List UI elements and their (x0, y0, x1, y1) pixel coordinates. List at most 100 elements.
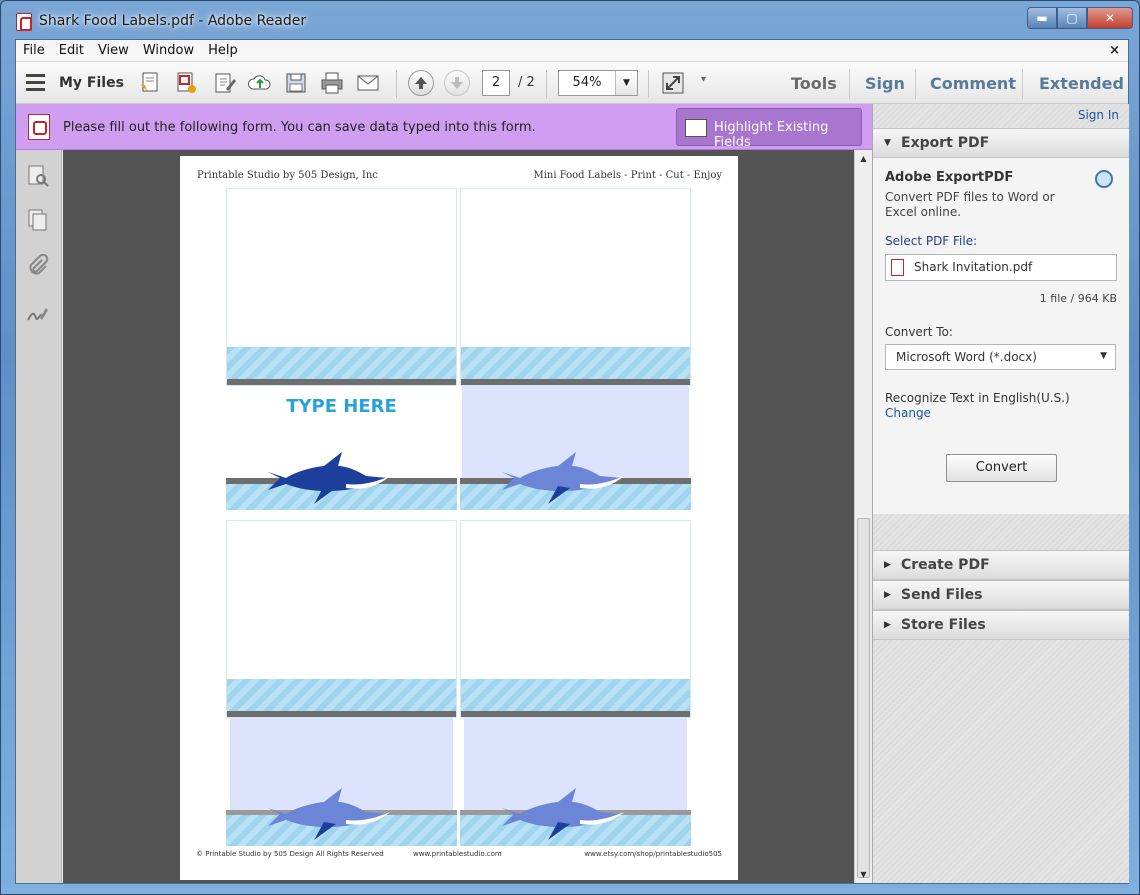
cloud-upload-icon[interactable] (248, 71, 272, 95)
send-files-label: Send Files (901, 587, 983, 603)
adobe-reader-icon (16, 13, 32, 31)
navigation-pane (16, 150, 62, 883)
menu-help[interactable]: Help (201, 43, 245, 58)
comment-tab[interactable]: Comment (930, 74, 1016, 93)
menu-icon[interactable] (26, 74, 45, 91)
next-page-button[interactable] (444, 70, 470, 96)
format-select[interactable]: Microsoft Word (*.docx) ▼ (885, 344, 1116, 370)
pdf-page: Printable Studio by 505 Design, Inc Mini… (180, 156, 738, 880)
menu-window[interactable]: Window (136, 43, 201, 58)
select-file-label[interactable]: Select PDF File: (885, 234, 977, 248)
maximize-button[interactable]: ▢ (1057, 7, 1087, 29)
type-here-text: TYPE HERE (286, 396, 397, 417)
footer-etsy[interactable]: www.etsy.com/shop/printablestudio505 (584, 850, 722, 858)
extended-tab[interactable]: Extended (1039, 74, 1124, 93)
pages-icon[interactable] (26, 208, 50, 232)
shark-icon (268, 452, 390, 504)
convert-to-label: Convert To: (885, 325, 953, 339)
open-file-icon[interactable] (138, 71, 162, 95)
edit-icon[interactable] (212, 71, 236, 95)
close-button[interactable]: ✕ (1087, 7, 1133, 29)
label-field[interactable] (460, 386, 691, 516)
chevron-down-icon[interactable]: ▼ (615, 71, 637, 95)
label-field[interactable] (226, 718, 457, 846)
recognize-text-label: Recognize Text in English(U.S.) (885, 391, 1070, 405)
page-header-left: Printable Studio by 505 Design, Inc (197, 170, 378, 181)
client-area: File Edit View Window Help × My Files 2 … (15, 39, 1129, 884)
window-title: Shark Food Labels.pdf - Adobe Reader (39, 13, 307, 29)
scroll-up-icon[interactable]: ▲ (855, 150, 872, 167)
arrow-down-icon (451, 77, 463, 89)
label-field[interactable] (460, 188, 691, 386)
label-field[interactable]: TYPE HERE (226, 386, 457, 516)
shark-icon (502, 452, 624, 504)
tools-pane: Sign In ▼ Export PDF Adobe ExportPDF Con… (872, 104, 1129, 883)
vertical-scrollbar[interactable]: ▲ ▼ (854, 150, 872, 883)
sign-tab[interactable]: Sign (865, 74, 905, 93)
more-tools-icon[interactable]: ▾ (701, 74, 706, 85)
format-value: Microsoft Word (*.docx) (896, 350, 1037, 364)
shark-icon (268, 788, 390, 840)
form-notification-bar: Please fill out the following form. You … (16, 104, 872, 150)
label-field[interactable] (226, 188, 457, 386)
signatures-icon[interactable] (26, 302, 50, 326)
toolbar-separator (546, 70, 547, 98)
zoom-select[interactable]: 54% ▼ (558, 70, 638, 96)
collapsed-triangle-icon: ▶ (884, 620, 891, 630)
minimize-button[interactable]: ▬ (1027, 7, 1057, 29)
export-title: Adobe ExportPDF (885, 170, 1014, 185)
highlight-fields-button[interactable]: Highlight Existing Fields (676, 108, 862, 150)
previous-page-button[interactable] (408, 70, 434, 96)
export-pdf-header[interactable]: ▼ Export PDF (873, 128, 1129, 158)
toolbar-separator (1022, 69, 1023, 99)
selected-file-box[interactable]: Shark Invitation.pdf (885, 254, 1117, 281)
store-files-label: Store Files (901, 617, 986, 633)
tools-tab[interactable]: Tools (791, 74, 837, 93)
document-view[interactable]: Printable Studio by 505 Design, Inc Mini… (63, 150, 854, 883)
page-thumbnails-icon[interactable] (26, 164, 50, 188)
file-info: 1 file / 964 KB (1039, 292, 1117, 305)
attachment-icon[interactable] (26, 254, 50, 278)
store-files-header[interactable]: ▶ Store Files (873, 610, 1129, 640)
highlight-fields-label: Highlight Existing Fields (714, 120, 829, 150)
change-language-link[interactable]: Change (885, 406, 931, 420)
toolbar: My Files 2 / 2 54% ▼ ▾ Tools Sign Commen… (16, 62, 1128, 104)
online-service-icon (1095, 170, 1113, 188)
label-field[interactable] (460, 520, 691, 718)
menu-view[interactable]: View (91, 43, 136, 58)
email-icon[interactable] (356, 71, 380, 95)
file-name: Shark Invitation.pdf (914, 260, 1033, 274)
toolbar-separator (915, 69, 916, 99)
title-bar[interactable]: Shark Food Labels.pdf - Adobe Reader ▬ ▢… (1, 1, 1139, 39)
scroll-down-icon[interactable]: ▼ (855, 866, 872, 883)
footer-website[interactable]: www.printablestudio.com (413, 850, 502, 858)
scrollbar-thumb[interactable] (857, 518, 870, 878)
menu-bar: File Edit View Window Help × (16, 40, 1128, 62)
label-field[interactable] (226, 520, 457, 718)
send-files-header[interactable]: ▶ Send Files (873, 580, 1129, 610)
menu-edit[interactable]: Edit (52, 43, 91, 58)
menu-file[interactable]: File (16, 43, 52, 58)
print-icon[interactable] (320, 71, 344, 95)
convert-button[interactable]: Convert (946, 454, 1057, 482)
create-pdf-icon[interactable] (174, 71, 198, 95)
chevron-down-icon: ▼ (1100, 351, 1107, 361)
zoom-value: 54% (572, 75, 602, 90)
form-message: Please fill out the following form. You … (63, 120, 536, 135)
page-number-input[interactable]: 2 (482, 70, 510, 96)
collapsed-triangle-icon: ▶ (884, 590, 891, 600)
shark-icon (502, 788, 624, 840)
collapsed-triangle-icon: ▶ (884, 560, 891, 570)
page-header-right: Mini Food Labels - Print - Cut - Enjoy (533, 170, 722, 181)
close-document-icon[interactable]: × (1109, 43, 1120, 58)
save-icon[interactable] (284, 71, 308, 95)
export-description: Convert PDF files to Word or Excel onlin… (885, 190, 1055, 219)
my-files-button[interactable]: My Files (59, 75, 124, 91)
toolbar-separator (648, 70, 649, 98)
create-pdf-header[interactable]: ▶ Create PDF (873, 550, 1129, 580)
sign-in-link[interactable]: Sign In (1078, 108, 1119, 122)
label-field[interactable] (460, 718, 691, 846)
create-pdf-label: Create PDF (901, 557, 990, 573)
fit-page-icon[interactable] (661, 71, 685, 95)
window-controls: ▬ ▢ ✕ (1027, 7, 1133, 29)
